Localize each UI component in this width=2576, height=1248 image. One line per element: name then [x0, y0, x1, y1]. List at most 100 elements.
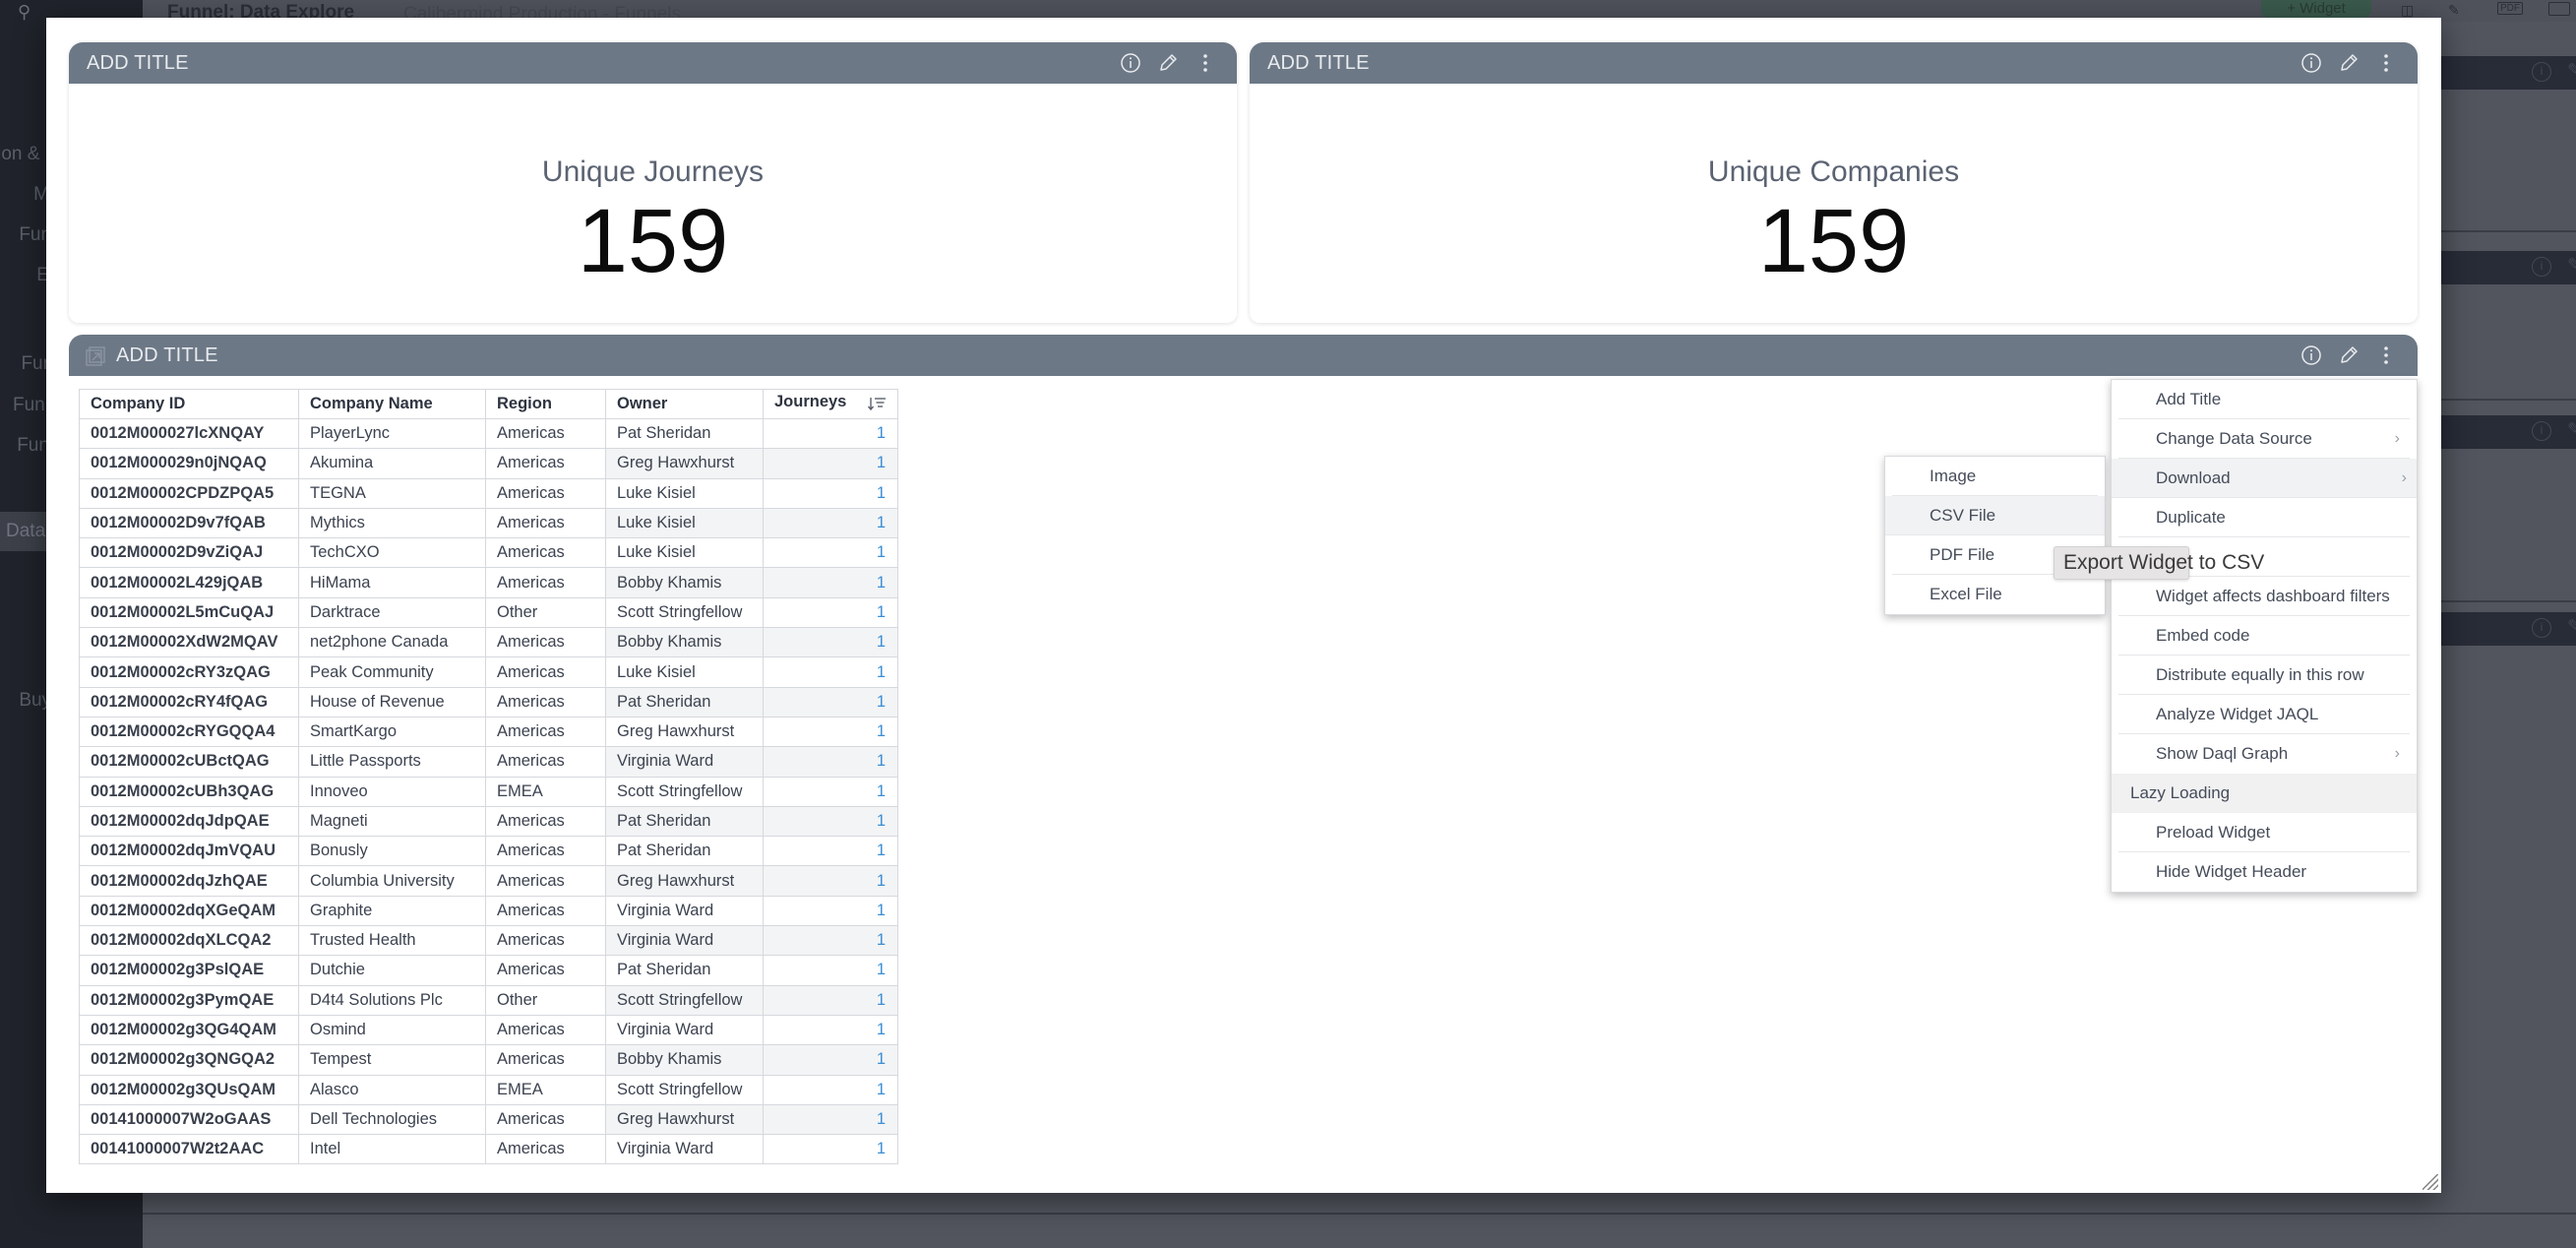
cell-journeys[interactable]: 1	[763, 1014, 898, 1046]
cell-company-name: Tempest	[298, 1044, 486, 1076]
cell-company-name: Dutchie	[298, 955, 486, 986]
cell-owner: Luke Kisiel	[605, 537, 764, 569]
cell-company-id: 0012M00002cUBctQAG	[79, 746, 299, 778]
add-widget-button[interactable]: + Widget	[2261, 0, 2371, 18]
more-options-icon[interactable]	[2374, 343, 2398, 367]
more-options-icon[interactable]	[2374, 51, 2398, 75]
menu-item-analyze-widget-jaql[interactable]: Analyze Widget JAQL	[2118, 695, 2410, 734]
pencil-icon[interactable]	[1156, 51, 1180, 75]
cell-region: Americas	[485, 507, 606, 539]
table-row: 0012M00002L5mCuQAJ Darktrace Other Scott St…	[79, 596, 898, 629]
cell-journeys[interactable]: 1	[763, 686, 898, 718]
download-submenu: Image CSV File PDF File Excel File	[1884, 456, 2106, 615]
cell-journeys[interactable]: 1	[763, 836, 898, 867]
expand-widget-icon[interactable]	[85, 345, 106, 372]
cell-region: Americas	[485, 686, 606, 718]
menu-item-download[interactable]: Download ›	[2112, 459, 2417, 498]
cell-journeys[interactable]: 1	[763, 417, 898, 450]
widget-title[interactable]: ADD TITLE	[87, 52, 189, 75]
menu-item-duplicate[interactable]: Duplicate	[2118, 498, 2410, 537]
cell-journeys[interactable]: 1	[763, 984, 898, 1016]
cell-owner: Scott Stringfellow	[605, 984, 764, 1016]
cell-owner: Greg Hawxhurst	[605, 865, 764, 897]
brush-icon[interactable]: ✎	[2448, 2, 2460, 19]
table-row: 0012M00002dqJmVQAU Bonusly Americas Pat She…	[79, 836, 898, 867]
cell-journeys[interactable]: 1	[763, 448, 898, 479]
cell-owner: Virginia Ward	[605, 1134, 764, 1165]
cell-journeys[interactable]: 1	[763, 955, 898, 986]
cell-journeys[interactable]: 1	[763, 627, 898, 658]
cell-journeys[interactable]: 1	[763, 895, 898, 927]
cell-journeys[interactable]: 1	[763, 805, 898, 838]
pdf-icon[interactable]: PDF	[2497, 2, 2523, 15]
table-row: 0012M00002D9v7fQAB Mythics Americas Luke Ki…	[79, 507, 898, 539]
menu-item-show-daql-graph[interactable]: Show Daql Graph ›	[2118, 734, 2410, 774]
cell-journeys[interactable]: 1	[763, 1103, 898, 1136]
cell-journeys[interactable]: 1	[763, 1044, 898, 1076]
column-header-company-name[interactable]: Company Name	[298, 389, 486, 419]
info-icon[interactable]	[1119, 51, 1142, 75]
table-row: 0012M00002dqJdpQAE Magneti Americas Pat She…	[79, 805, 898, 838]
column-header-region[interactable]: Region	[485, 389, 606, 419]
column-header-company-id[interactable]: Company ID	[79, 389, 299, 419]
cell-company-id: 0012M00002g3PymQAE	[79, 984, 299, 1016]
cell-company-name: Dell Technologies	[298, 1103, 486, 1136]
pencil-icon[interactable]	[2337, 343, 2361, 367]
table-row: 0012M00002dqJzhQAE Columbia University Ame…	[79, 865, 898, 897]
cell-company-id: 0012M00002dqJmVQAU	[79, 836, 299, 867]
cell-region: Americas	[485, 537, 606, 569]
menu-item-label: Duplicate	[2156, 508, 2226, 527]
chevron-right-icon: ›	[2401, 469, 2407, 486]
cell-company-name: TEGNA	[298, 477, 486, 509]
cell-journeys[interactable]: 1	[763, 507, 898, 539]
cell-journeys[interactable]: 1	[763, 1074, 898, 1105]
cell-company-name: Alasco	[298, 1074, 486, 1105]
cell-journeys[interactable]: 1	[763, 776, 898, 807]
cell-owner: Greg Hawxhurst	[605, 716, 764, 748]
cell-journeys[interactable]: 1	[763, 716, 898, 748]
cell-journeys[interactable]: 1	[763, 1134, 898, 1165]
resize-handle[interactable]	[2423, 1174, 2438, 1190]
menu-item-label: Embed code	[2156, 626, 2250, 645]
submenu-item-image[interactable]: Image	[1892, 457, 2098, 496]
menu-item-hide-widget-header[interactable]: Hide Widget Header	[2118, 852, 2410, 892]
cell-journeys[interactable]: 1	[763, 477, 898, 509]
cell-journeys[interactable]: 1	[763, 537, 898, 569]
cell-company-name: Magneti	[298, 805, 486, 838]
divider	[2441, 230, 2576, 232]
pencil-icon: ✎	[2567, 60, 2576, 80]
sort-descending-icon[interactable]	[867, 396, 887, 416]
layout-icon[interactable]: ◫	[2401, 2, 2414, 19]
menu-item-change-data-source[interactable]: Change Data Source ›	[2118, 419, 2410, 459]
cell-journeys[interactable]: 1	[763, 865, 898, 897]
submenu-item-excel-file[interactable]: Excel File	[1892, 575, 2098, 614]
cell-region: Americas	[485, 477, 606, 509]
widget-title[interactable]: ADD TITLE	[116, 344, 218, 367]
widget-title[interactable]: ADD TITLE	[1267, 52, 1370, 75]
cell-region: Americas	[485, 1134, 606, 1165]
sidebar-item-label: Data	[6, 521, 46, 541]
cell-journeys[interactable]: 1	[763, 925, 898, 957]
menu-item-preload-widget[interactable]: Preload Widget	[2118, 813, 2410, 852]
cell-owner: Greg Hawxhurst	[605, 1103, 764, 1136]
menu-item-distribute-equally-in-this-row[interactable]: Distribute equally in this row	[2118, 655, 2410, 695]
pencil-icon[interactable]	[2337, 51, 2361, 75]
cell-journeys[interactable]: 1	[763, 656, 898, 688]
cell-journeys[interactable]: 1	[763, 746, 898, 778]
menu-item-add-title[interactable]: Add Title	[2118, 380, 2410, 419]
column-header-owner[interactable]: Owner	[605, 389, 764, 419]
menu-item-embed-code[interactable]: Embed code	[2118, 616, 2410, 655]
cell-region: Americas	[485, 955, 606, 986]
table-row: 0012M00002cUBh3QAG Innoveo EMEA Scott Strin…	[79, 776, 898, 807]
monitor-icon[interactable]	[2548, 2, 2570, 16]
search-icon[interactable]: ⚲	[18, 2, 31, 23]
menu-item-widget-affects-dashboard-filters[interactable]: Widget affects dashboard filters	[2118, 577, 2410, 616]
cell-journeys[interactable]: 1	[763, 596, 898, 629]
info-icon[interactable]	[2300, 343, 2323, 367]
column-header-journeys[interactable]: Journeys	[763, 389, 898, 419]
chevron-right-icon: ›	[2394, 430, 2400, 447]
cell-journeys[interactable]: 1	[763, 567, 898, 598]
info-icon[interactable]	[2300, 51, 2323, 75]
more-options-icon[interactable]	[1194, 51, 1217, 75]
submenu-item-csv-file[interactable]: CSV File	[1885, 496, 2105, 535]
